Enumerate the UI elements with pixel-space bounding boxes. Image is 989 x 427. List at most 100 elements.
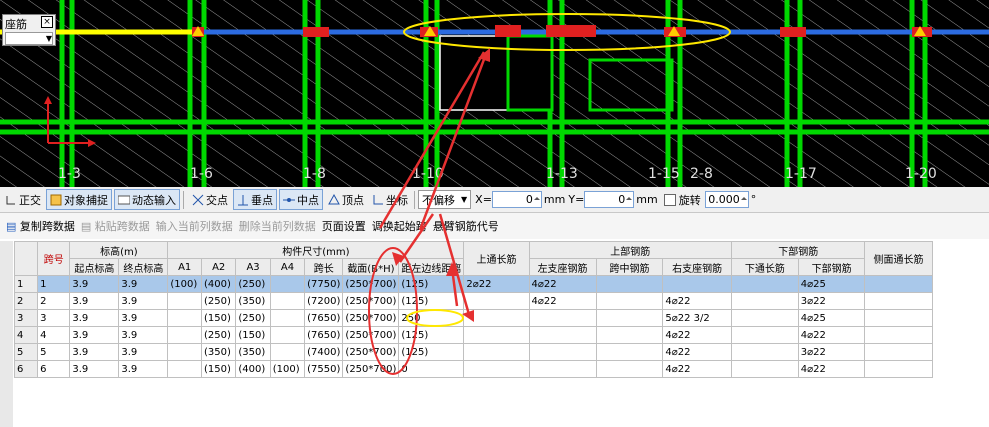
layer-selector[interactable]: 座筋 × ▼ [2,14,56,46]
row-number[interactable]: 2 [13,292,39,310]
cell-side[interactable] [864,309,933,327]
cell-len[interactable]: (7750) [304,275,344,293]
cell-a4[interactable] [269,309,306,327]
cell-sec[interactable]: (250*700) [342,360,400,378]
input-column-button[interactable]: 输入当前列数据 [156,218,233,234]
paste-span-button[interactable]: ▤ 粘贴跨数据 [81,218,150,234]
cell-end[interactable]: 3.9 [118,326,169,344]
cell-left[interactable] [528,326,597,344]
cell-span[interactable]: 6 [37,360,71,378]
close-icon[interactable]: × [41,16,53,28]
cell-len[interactable]: (7400) [304,343,344,361]
cell-side[interactable] [864,343,933,361]
cell-botthrough[interactable] [731,343,799,361]
cell-a1[interactable] [167,292,202,310]
table-row[interactable]: 5 5 3.9 3.9 (350) (350) (7400) (250*700) (125) 4⌀… [13,343,989,361]
cell-left[interactable] [528,343,597,361]
cell-span[interactable]: 4 [37,326,71,344]
cell-mid[interactable] [595,275,664,293]
cell-a2[interactable]: (250) [200,326,237,344]
cell-mid[interactable] [595,292,664,310]
cell-a4[interactable] [269,292,306,310]
row-number[interactable]: 6 [13,360,39,378]
object-snap-button[interactable]: 对象捕捉 [46,189,112,210]
cell-topthrough[interactable]: 2⌀22 [463,275,530,293]
cell-start[interactable]: 3.9 [69,343,120,361]
copy-span-button[interactable]: ▤ 复制跨数据 [6,218,75,234]
cell-bottom[interactable]: 4⌀25 [797,309,866,327]
perpendicular-snap-button[interactable]: 垂点 [233,189,277,210]
cell-bottom[interactable]: 4⌀22 [797,326,866,344]
ortho-button[interactable]: 正交 [2,190,44,209]
span-data-table[interactable]: 跨号 标高(m) 构件尺寸(mm) 上通长筋 上部钢筋 下部钢筋 侧面通长筋 起… [13,241,989,378]
dynamic-input-button[interactable]: 动态输入 [114,189,180,210]
coordinate-snap-button[interactable]: 坐标 [369,190,411,209]
cell-a1[interactable] [167,326,202,344]
cell-end[interactable]: 3.9 [118,275,169,293]
cell-dist[interactable]: (125) [398,275,465,293]
cell-span[interactable]: 3 [37,309,71,327]
cell-a4[interactable] [269,326,306,344]
cell-dist[interactable]: 250 [398,309,465,327]
cell-mid[interactable] [595,360,664,378]
cell-bottom[interactable]: 3⌀22 [797,292,866,310]
cell-a2[interactable]: (400) [200,275,237,293]
y-input[interactable]: 0 [584,191,635,208]
cantilever-code-button[interactable]: 悬臂钢筋代号 [433,218,499,234]
cell-left[interactable] [528,360,597,378]
cell-side[interactable] [864,275,933,293]
cell-right[interactable] [662,275,732,293]
cell-bottom[interactable]: 4⌀25 [797,275,866,293]
cell-left[interactable]: 4⌀22 [528,292,597,310]
x-input[interactable]: 0 [491,191,542,208]
cell-a3[interactable]: (350) [235,343,271,361]
cell-a1[interactable] [167,309,202,327]
cell-start[interactable]: 3.9 [69,309,120,327]
cell-sec[interactable]: (250*700) [342,309,400,327]
cell-botthrough[interactable] [731,309,799,327]
cell-start[interactable]: 3.9 [69,326,120,344]
cell-dist[interactable]: 0 [398,360,465,378]
rotate-input[interactable]: 0.000 [704,191,749,208]
cell-a3[interactable]: (150) [235,326,271,344]
cell-span[interactable]: 5 [37,343,71,361]
cell-sec[interactable]: (250*700) [342,275,400,293]
offset-mode-select[interactable]: 不偏移 ▼ [418,190,472,209]
cell-a4[interactable] [269,275,306,293]
swap-start-button[interactable]: 调换起始跨 [372,218,427,234]
vertex-snap-button[interactable]: 顶点 [325,190,367,209]
cell-end[interactable]: 3.9 [118,343,169,361]
cell-a2[interactable]: (150) [200,309,237,327]
cell-botthrough[interactable] [731,326,799,344]
cell-end[interactable]: 3.9 [118,292,169,310]
cell-a2[interactable]: (150) [200,360,237,378]
cell-right[interactable]: 4⌀22 [662,326,732,344]
cell-sec[interactable]: (250*700) [342,292,400,310]
cell-a1[interactable] [167,343,202,361]
cell-len[interactable]: (7200) [304,292,344,310]
cell-a3[interactable]: (250) [235,275,271,293]
cell-a3[interactable]: (400) [235,360,271,378]
rotate-checkbox[interactable] [663,193,676,206]
cell-botthrough[interactable] [731,360,799,378]
cell-a2[interactable]: (250) [200,292,237,310]
cell-topthrough[interactable] [463,326,530,344]
cell-a4[interactable] [269,343,306,361]
cell-a1[interactable]: (100) [167,275,202,293]
chevron-down-icon[interactable]: ▼ [5,32,53,45]
cell-len[interactable]: (7550) [304,360,344,378]
cell-dist[interactable]: (125) [398,326,465,344]
cell-len[interactable]: (7650) [304,326,344,344]
cell-right[interactable]: 4⌀22 [662,360,732,378]
cell-botthrough[interactable] [731,292,799,310]
cell-bottom[interactable]: 4⌀22 [797,360,866,378]
cell-mid[interactable] [595,309,664,327]
cell-topthrough[interactable] [463,309,530,327]
cell-left[interactable] [528,309,597,327]
table-row[interactable]: 3 3 3.9 3.9 (150) (250) (7650) (250*700) 250 5⌀22… [13,309,989,327]
cell-dist[interactable]: (125) [398,343,465,361]
row-number[interactable]: 4 [13,326,39,344]
cell-sec[interactable]: (250*700) [342,343,400,361]
intersection-snap-button[interactable]: 交点 [189,190,231,209]
cell-start[interactable]: 3.9 [69,275,120,293]
